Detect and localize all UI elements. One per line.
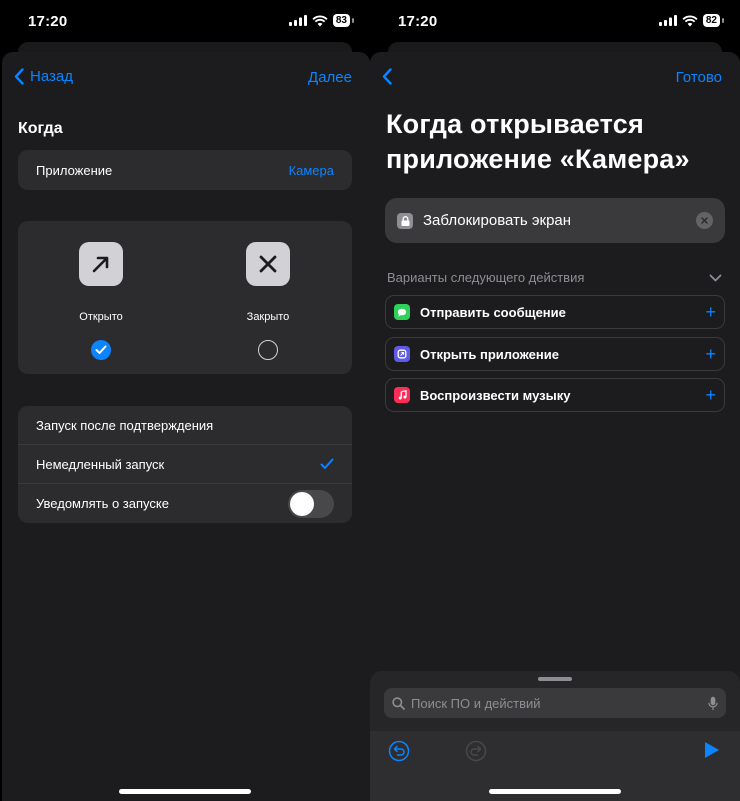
suggestions-title: Варианты следующего действия (387, 270, 585, 285)
add-plus-icon[interactable]: + (705, 385, 716, 405)
run-options-list: Запуск после подтверждения Немедленный з… (18, 406, 352, 523)
back-button[interactable]: Назад (14, 68, 73, 85)
action-search-panel: Поиск ПО и действий (370, 671, 740, 801)
section-title: Когда (18, 120, 63, 137)
chevron-left-icon (382, 68, 392, 85)
arrow-up-right-icon (79, 242, 123, 286)
option-run-immediately[interactable]: Немедленный запуск (18, 445, 352, 484)
toggle-knob (290, 491, 314, 516)
suggestions-header[interactable]: Варианты следующего действия (387, 270, 722, 285)
clear-icon[interactable] (696, 212, 713, 229)
done-button[interactable]: Готово (676, 69, 722, 86)
wifi-icon (682, 15, 698, 26)
back-button[interactable] (382, 68, 392, 85)
suggestion-label: Открыть приложение (420, 346, 559, 362)
undo-icon[interactable] (388, 740, 410, 762)
add-plus-icon[interactable]: + (705, 344, 716, 364)
search-placeholder: Поиск ПО и действий (411, 695, 541, 711)
checkmark-icon (320, 458, 334, 469)
state-opened-option[interactable]: Открыто (51, 242, 151, 360)
next-button[interactable]: Далее (308, 69, 352, 86)
panel-grabber[interactable] (538, 677, 572, 681)
notify-toggle[interactable] (288, 489, 334, 518)
home-indicator[interactable] (119, 789, 251, 794)
page-title: Когда открывается приложение «Камера» (386, 109, 690, 174)
play-icon[interactable] (704, 741, 720, 759)
battery-icon (722, 18, 724, 23)
add-plus-icon[interactable]: + (705, 302, 716, 322)
option-label: Уведомлять о запуске (36, 496, 169, 511)
automation-actions-screen: 17:20 82 Готово Когда открывается прилож… (370, 0, 740, 801)
actions-sheet: Готово Когда открывается приложение «Кам… (370, 52, 740, 801)
home-indicator[interactable] (489, 789, 621, 794)
radio-unselected-icon[interactable] (258, 340, 278, 360)
option-run-after-confirm[interactable]: Запуск после подтверждения (18, 406, 352, 445)
cellular-signal-icon (288, 15, 307, 26)
option-label: Немедленный запуск (36, 456, 165, 472)
open-app-icon (394, 346, 410, 362)
status-bar: 17:20 83 (0, 0, 370, 44)
app-state-picker: Открыто Закрыто (18, 221, 352, 374)
messages-icon (394, 304, 410, 320)
checkmark-selected-icon[interactable] (91, 340, 111, 360)
search-field[interactable]: Поиск ПО и действий (384, 688, 726, 718)
automation-sheet: Назад Далее Когда Приложение Камера Откр… (2, 52, 370, 801)
suggestion-send-message[interactable]: Отправить сообщение + (385, 295, 725, 329)
state-opened-label: Открыто (79, 311, 123, 323)
wifi-icon (312, 15, 328, 26)
lock-icon (397, 212, 413, 229)
music-icon (394, 387, 410, 403)
status-time: 17:20 (28, 13, 68, 30)
suggestion-label: Отправить сообщение (420, 304, 566, 320)
state-closed-option[interactable]: Закрыто (218, 242, 318, 360)
action-label: Заблокировать экран (423, 212, 572, 229)
battery-level: 83 (332, 14, 350, 27)
cellular-signal-icon (658, 15, 677, 26)
chevron-down-icon (709, 274, 722, 281)
app-selector-row[interactable]: Приложение Камера (18, 150, 352, 190)
status-bar: 17:20 82 (370, 0, 740, 44)
close-x-icon (246, 242, 290, 286)
app-row-label: Приложение (36, 162, 113, 178)
battery-icon (352, 18, 354, 23)
suggestion-play-music[interactable]: Воспроизвести музыку + (385, 378, 725, 412)
microphone-icon[interactable] (708, 696, 718, 711)
search-icon (392, 696, 405, 710)
redo-icon[interactable] (465, 740, 487, 762)
action-lock-screen[interactable]: Заблокировать экран (385, 198, 725, 243)
option-notify-on-run: Уведомлять о запуске (18, 484, 352, 523)
chevron-left-icon (14, 68, 24, 85)
app-row-value[interactable]: Камера (289, 163, 334, 178)
state-closed-label: Закрыто (246, 311, 290, 323)
option-label: Запуск после подтверждения (36, 417, 214, 433)
back-label: Назад (30, 68, 73, 85)
suggestion-open-app[interactable]: Открыть приложение + (385, 337, 725, 371)
suggestion-label: Воспроизвести музыку (420, 387, 571, 403)
battery-level: 82 (702, 14, 720, 27)
when-trigger-screen: 17:20 83 Назад Далее Когда Приложение Ка… (0, 0, 370, 801)
status-time: 17:20 (398, 13, 438, 30)
